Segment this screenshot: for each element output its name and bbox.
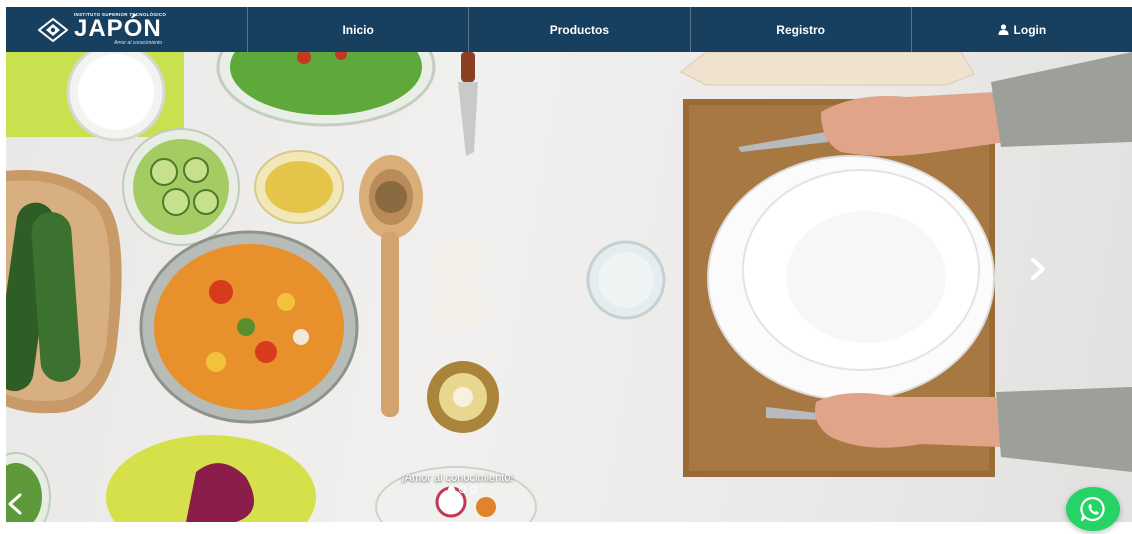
hero-carousel: ¡Amor al conocimiento! xyxy=(6,52,1132,522)
hero-food-table-image xyxy=(6,52,1132,522)
whatsapp-icon xyxy=(1080,496,1105,522)
nav-inicio[interactable]: Inicio xyxy=(248,7,470,52)
carousel-indicator-1[interactable] xyxy=(448,486,455,493)
nav-registro-label: Registro xyxy=(776,22,825,37)
carousel-next-button[interactable] xyxy=(1026,257,1050,281)
carousel-indicator-3[interactable] xyxy=(470,486,477,493)
whatsapp-button[interactable] xyxy=(1066,487,1120,531)
brand-logo[interactable]: INSTITUTO SUPERIOR TECNOLÓGICO JAPÓN Amo… xyxy=(38,12,166,47)
carousel-prev-button[interactable] xyxy=(6,492,26,516)
nav-login-label: Login xyxy=(1013,22,1047,37)
nav-inicio-label: Inicio xyxy=(342,22,374,37)
brand-name: JAPÓN xyxy=(74,15,162,43)
brand-tagline: Amor al conocimiento xyxy=(114,40,163,47)
carousel-indicator-2[interactable] xyxy=(459,486,466,493)
carousel-caption: ¡Amor al conocimiento! xyxy=(401,472,514,484)
chevron-left-icon xyxy=(8,493,22,515)
nav-login[interactable]: Login xyxy=(912,7,1132,52)
top-navbar: INSTITUTO SUPERIOR TECNOLÓGICO JAPÓN Amo… xyxy=(6,7,1132,52)
nav-productos-label: Productos xyxy=(549,22,610,37)
carousel-indicators xyxy=(448,486,477,493)
nav-registro[interactable]: Registro xyxy=(691,7,912,52)
chevron-right-icon xyxy=(1031,258,1045,280)
nav-productos[interactable]: Productos xyxy=(469,7,691,52)
compass-logo-icon xyxy=(38,17,68,42)
user-icon xyxy=(998,24,1009,35)
brand[interactable]: INSTITUTO SUPERIOR TECNOLÓGICO JAPÓN Amo… xyxy=(6,7,248,52)
